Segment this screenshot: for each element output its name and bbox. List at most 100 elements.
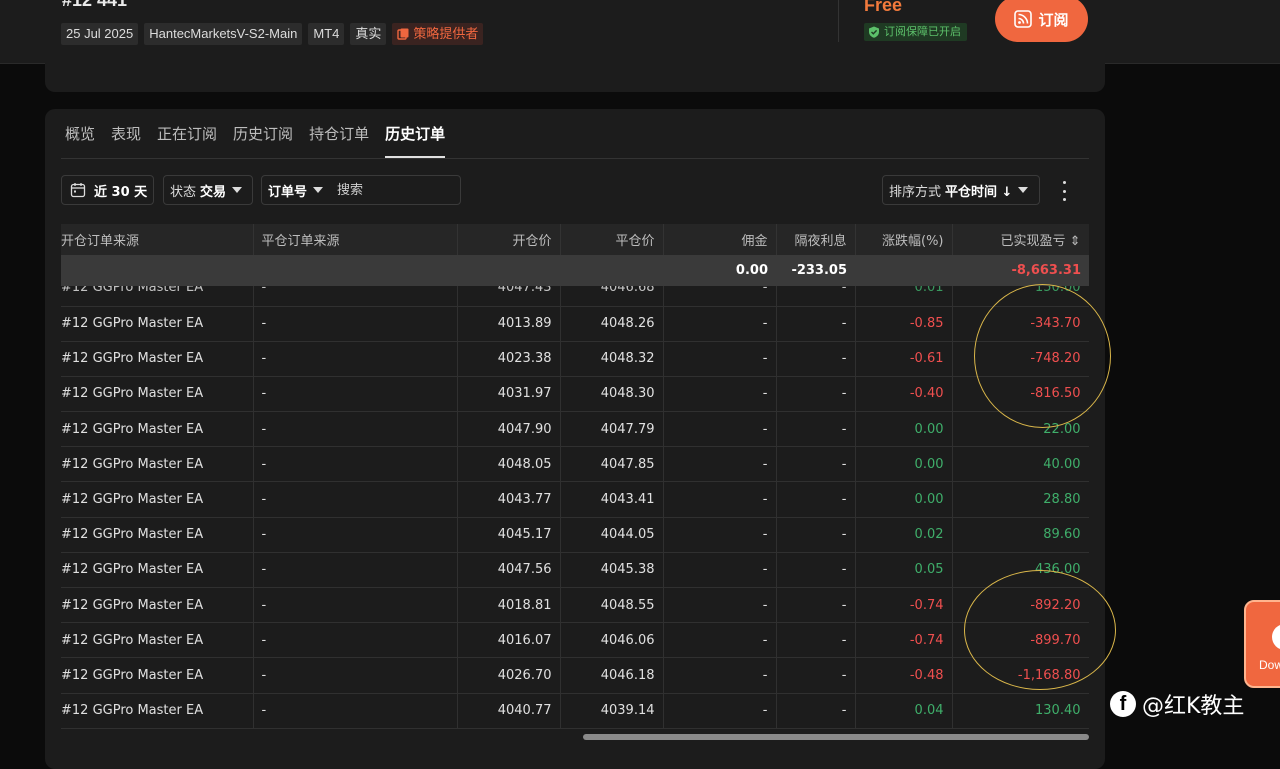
- filter-bar: 近 30 天 状态 交易 订单号 排序方式 平仓时间 ↓: [61, 175, 1089, 209]
- cell-commission-text: -: [762, 351, 768, 367]
- cell-open-price: 4031.97: [457, 376, 561, 413]
- col-realized-pnl[interactable]: 已实现盈亏 ⇕: [952, 224, 1089, 255]
- tab-performance[interactable]: 表现: [111, 109, 141, 158]
- table-row: #12 GGPro Master EA - 4043.77 4043.41 - - 0.00…: [61, 481, 1089, 518]
- cell-commission: -: [663, 411, 777, 448]
- provider-icon: [397, 28, 409, 40]
- cell-open-source-text: #12 GGPro Master EA: [61, 286, 204, 296]
- cell-swap-text: -: [841, 492, 847, 508]
- table-row: #12 GGPro Master EA - 4047.90 4047.79 - - 0.00…: [61, 411, 1089, 448]
- cell-change: 0.00: [855, 481, 953, 518]
- search-input[interactable]: [335, 181, 450, 199]
- account-type-badge: 真实: [350, 23, 387, 45]
- cell-open-price: 4047.43: [457, 286, 561, 307]
- floating-download-button[interactable]: Dow: [1244, 600, 1280, 688]
- cell-pnl: -1,168.80: [952, 657, 1089, 694]
- cell-close-price: 4039.14: [560, 693, 664, 729]
- cell-commission-text: -: [762, 286, 768, 296]
- cell-close-source: -: [253, 693, 458, 729]
- table-row: #12 GGPro Master EA - 4026.70 4046.18 - - -0.4…: [61, 657, 1089, 694]
- cell-pnl-text: 40.00: [1043, 456, 1081, 472]
- table-row: #12 GGPro Master EA - 4031.97 4048.30 - - -0.4…: [61, 376, 1089, 413]
- cell-change: 0.04: [855, 693, 953, 729]
- tab-subscription-history[interactable]: 历史订阅: [233, 109, 293, 158]
- subscribe-button[interactable]: 订阅: [995, 0, 1088, 42]
- cell-swap-text: -: [841, 667, 847, 683]
- cell-commission: -: [663, 376, 777, 413]
- horizontal-scrollbar[interactable]: [61, 734, 1089, 740]
- account-badges: 25 Jul 2025 HantecMarketsV-S2-Main MT4 真…: [61, 23, 484, 45]
- scrollbar-thumb[interactable]: [583, 734, 1089, 740]
- cell-open-price-text: 4040.77: [497, 703, 552, 719]
- cell-pnl: -343.70: [952, 306, 1089, 342]
- sort-label: 排序方式: [889, 184, 942, 200]
- cell-close-price-text: 4046.68: [600, 286, 655, 296]
- cell-open-price-text: 4045.17: [497, 527, 552, 543]
- cell-change-text: 0.00: [914, 421, 944, 437]
- cell-close-source-text: -: [261, 386, 267, 402]
- cell-commission-text: -: [762, 562, 768, 578]
- cell-change: -0.61: [855, 341, 953, 377]
- tab-open-positions[interactable]: 持仓订单: [309, 109, 369, 158]
- tab-overview[interactable]: 概览: [65, 109, 95, 158]
- date-range-button[interactable]: 近 30 天: [61, 175, 154, 205]
- order-search-box: 订单号: [261, 175, 461, 205]
- cell-change: -0.48: [855, 657, 953, 694]
- guarantee-badge: 订阅保障已开启: [864, 23, 967, 41]
- subscription-price: Free: [864, 0, 903, 15]
- cell-pnl: 28.80: [952, 481, 1089, 518]
- tab-order-history[interactable]: 历史订单: [385, 109, 446, 158]
- cell-swap-text: -: [841, 316, 847, 332]
- cell-swap: -: [776, 517, 856, 553]
- cell-open-source: #12 GGPro Master EA: [61, 622, 254, 659]
- cell-commission: -: [663, 286, 777, 307]
- tab-current-subscriptions[interactable]: 正在订阅: [157, 109, 217, 158]
- cell-commission-text: -: [762, 597, 768, 613]
- cell-pnl-text: 436.00: [1035, 562, 1081, 578]
- total-commission: 0.00: [663, 255, 776, 286]
- cell-close-price: 4046.06: [560, 622, 664, 659]
- cell-change: 0.00: [855, 411, 953, 448]
- col-close-source: 平仓订单来源: [253, 224, 458, 255]
- cell-close-price: 4047.79: [560, 411, 664, 448]
- cell-commission: -: [663, 446, 777, 483]
- cell-open-source-text: #12 GGPro Master EA: [61, 386, 204, 402]
- cell-pnl-text: -892.20: [1030, 597, 1081, 613]
- cell-swap: -: [776, 306, 856, 342]
- cell-close-source-text: -: [261, 456, 267, 472]
- cell-pnl: -748.20: [952, 341, 1089, 377]
- cell-pnl-text: 28.80: [1043, 492, 1081, 508]
- cell-close-source: -: [253, 286, 458, 307]
- table-row: #12 GGPro Master EA - 4045.17 4044.05 - - 0.02…: [61, 517, 1089, 553]
- cell-close-price: 4044.05: [560, 517, 664, 553]
- cell-open-price: 4018.81: [457, 587, 561, 624]
- cell-commission-text: -: [762, 386, 768, 402]
- server-badge: HantecMarketsV-S2-Main: [144, 23, 303, 45]
- subscribe-label: 订阅: [1038, 11, 1069, 29]
- platform-badge: MT4: [308, 23, 345, 45]
- table-row: #12 GGPro Master EA - 4047.56 4045.38 - - 0.05…: [61, 552, 1089, 589]
- table-header: 开仓订单来源 平仓订单来源 开仓价 平仓价 佣金 隔夜利息 涨跌幅(%) 已实现…: [61, 224, 1089, 255]
- cell-open-price: 4040.77: [457, 693, 561, 729]
- cell-open-price-text: 4047.56: [497, 562, 552, 578]
- cell-pnl: -892.20: [952, 587, 1089, 624]
- sort-dropdown[interactable]: 排序方式 平仓时间 ↓: [882, 175, 1040, 205]
- cell-open-price: 4045.17: [457, 517, 561, 553]
- rss-subscribe-icon: [1014, 10, 1033, 28]
- table-row: #12 GGPro Master EA - 4048.05 4047.85 - - 0.00…: [61, 446, 1089, 483]
- cell-close-source: -: [253, 341, 458, 377]
- cell-close-price-text: 4047.79: [600, 421, 655, 437]
- cell-pnl: 40.00: [952, 446, 1089, 483]
- chevron-down-icon: [1018, 187, 1029, 193]
- cell-close-price-text: 4044.05: [600, 527, 655, 543]
- kebab-menu-icon[interactable]: [1061, 181, 1067, 201]
- cell-open-source-text: #12 GGPro Master EA: [61, 562, 204, 578]
- cell-open-source: #12 GGPro Master EA: [61, 286, 254, 307]
- status-dropdown[interactable]: 状态 交易: [163, 175, 253, 205]
- cell-open-source-text: #12 GGPro Master EA: [61, 703, 204, 719]
- cell-close-source: -: [253, 376, 458, 413]
- order-field-select[interactable]: 订单号: [268, 181, 307, 200]
- cell-change-text: 0.02: [914, 527, 944, 543]
- cell-swap: -: [776, 693, 856, 729]
- cell-close-source: -: [253, 517, 458, 553]
